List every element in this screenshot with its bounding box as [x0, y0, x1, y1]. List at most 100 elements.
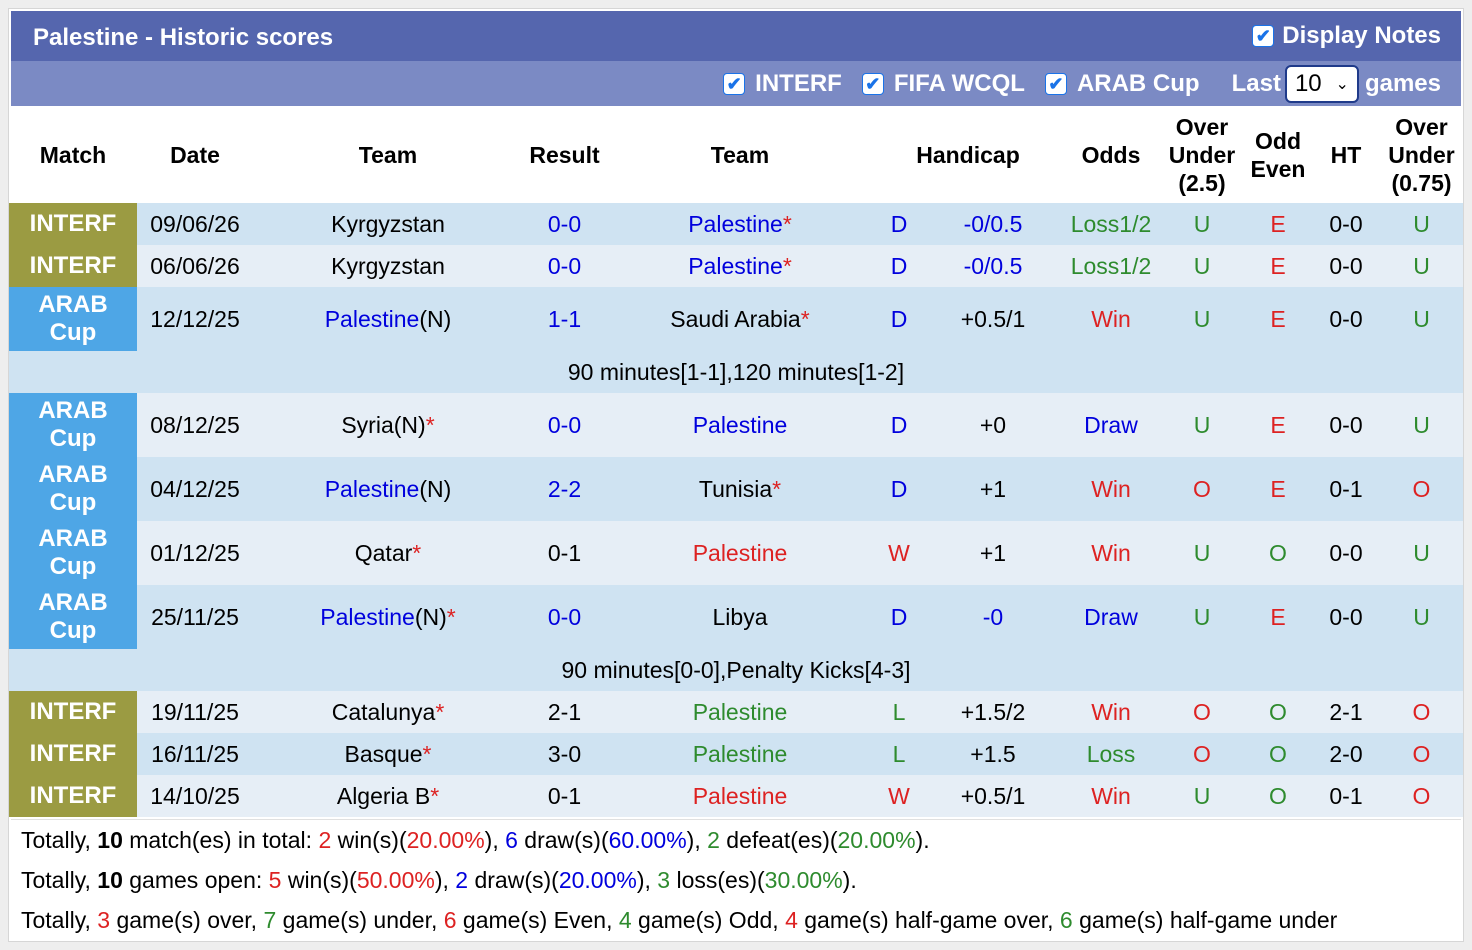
- filter-fifa-wcql-checkbox[interactable]: [861, 72, 884, 95]
- result-letter: D: [874, 245, 924, 287]
- favorite-star: *: [782, 210, 792, 237]
- col-over-under-ht: Over Under (0.75): [1380, 107, 1463, 203]
- col-odd-even: Odd Even: [1244, 107, 1312, 203]
- competition-badge: ARAB Cup: [9, 393, 137, 457]
- favorite-star: *: [782, 252, 792, 279]
- col-date: Date: [137, 107, 253, 203]
- odd-even-value: O: [1244, 733, 1312, 775]
- match-score[interactable]: 0-0: [523, 585, 606, 649]
- away-team[interactable]: Palestine: [606, 393, 874, 457]
- favorite-star: *: [412, 539, 422, 566]
- odd-even-value: E: [1244, 393, 1312, 457]
- col-handicap: Handicap: [874, 107, 1062, 203]
- match-score[interactable]: 0-1: [523, 775, 606, 817]
- away-team[interactable]: Palestine*: [606, 203, 874, 245]
- over-under-ht-value: O: [1380, 775, 1463, 817]
- over-under-ht-value: U: [1380, 521, 1463, 585]
- away-team[interactable]: Saudi Arabia*: [606, 287, 874, 351]
- chevron-down-icon: ⌄: [1335, 75, 1349, 93]
- over-under-value: U: [1160, 287, 1244, 351]
- home-team[interactable]: Algeria B*: [253, 775, 523, 817]
- handicap-value: +1: [924, 521, 1062, 585]
- match-date: 04/12/25: [137, 457, 253, 521]
- over-under-value: U: [1160, 585, 1244, 649]
- home-team[interactable]: Qatar*: [253, 521, 523, 585]
- odd-even-value: E: [1244, 245, 1312, 287]
- home-team[interactable]: Kyrgyzstan: [253, 203, 523, 245]
- competition-badge: INTERF: [9, 691, 137, 733]
- match-score[interactable]: 3-0: [523, 733, 606, 775]
- summary-over-under: Totally, 3 game(s) over, 7 game(s) under…: [21, 907, 1338, 933]
- over-under-value: U: [1160, 393, 1244, 457]
- filter-fifa-wcql-label: FIFA WCQL: [893, 69, 1025, 97]
- over-under-value: O: [1160, 457, 1244, 521]
- away-team[interactable]: Palestine*: [606, 245, 874, 287]
- odds-result: Win: [1062, 521, 1160, 585]
- match-score[interactable]: 0-0: [523, 245, 606, 287]
- home-team[interactable]: Syria(N)*: [253, 393, 523, 457]
- over-under-ht-value: U: [1380, 287, 1463, 351]
- result-letter: D: [874, 393, 924, 457]
- match-score[interactable]: 0-1: [523, 521, 606, 585]
- competition-badge: INTERF: [9, 245, 137, 287]
- home-team[interactable]: Palestine(N): [253, 457, 523, 521]
- col-odds: Odds: [1062, 107, 1160, 203]
- half-time-score: 2-1: [1312, 691, 1380, 733]
- match-date: 08/12/25: [137, 393, 253, 457]
- match-score[interactable]: 1-1: [523, 287, 606, 351]
- away-team[interactable]: Tunisia*: [606, 457, 874, 521]
- table-row: ARAB Cup 12/12/25 Palestine(N) 1-1 Saudi Arab…: [9, 287, 1463, 351]
- home-team[interactable]: Catalunya*: [253, 691, 523, 733]
- display-notes-checkbox[interactable]: [1252, 25, 1275, 47]
- over-under-ht-value: U: [1380, 203, 1463, 245]
- match-date: 19/11/25: [137, 691, 253, 733]
- historic-scores-panel: Palestine - Historic scores Display Note…: [8, 8, 1464, 942]
- table-row: INTERF 16/11/25 Basque* 3-0 Palestine L +1.5 Lo…: [9, 733, 1463, 775]
- handicap-value: +0.5/1: [924, 775, 1062, 817]
- match-score[interactable]: 0-0: [523, 393, 606, 457]
- filter-fifa-wcql[interactable]: FIFA WCQL: [861, 69, 1025, 98]
- filter-interf[interactable]: INTERF: [723, 70, 842, 98]
- odds-result: Win: [1062, 457, 1160, 521]
- match-score[interactable]: 0-0: [523, 203, 606, 245]
- handicap-value: +1.5: [924, 733, 1062, 775]
- match-score[interactable]: 2-2: [523, 457, 606, 521]
- away-team[interactable]: Palestine: [606, 521, 874, 585]
- odd-even-value: E: [1244, 203, 1312, 245]
- away-team[interactable]: Palestine: [606, 733, 874, 775]
- filter-arab-cup-checkbox[interactable]: [1044, 72, 1067, 95]
- odd-even-value: E: [1244, 457, 1312, 521]
- summary-handicap: Totally, 10 games open: 5 win(s)(50.00%)…: [21, 867, 857, 893]
- last-games-select[interactable]: 10 ⌄: [1284, 64, 1359, 103]
- filter-bar: INTERF FIFA WCQL ARAB Cup Last 10 ⌄ game…: [11, 61, 1461, 106]
- away-team[interactable]: Palestine: [606, 775, 874, 817]
- filter-interf-checkbox[interactable]: [723, 72, 746, 95]
- table-row: ARAB Cup 04/12/25 Palestine(N) 2-2 Tunisia* D +…: [9, 457, 1463, 521]
- match-date: 25/11/25: [137, 585, 253, 649]
- competition-badge: ARAB Cup: [9, 287, 137, 351]
- result-letter: D: [874, 203, 924, 245]
- handicap-value: -0/0.5: [924, 203, 1062, 245]
- competition-badge: INTERF: [9, 775, 137, 817]
- home-team[interactable]: Kyrgyzstan: [253, 245, 523, 287]
- away-team[interactable]: Libya: [606, 585, 874, 649]
- match-score[interactable]: 2-1: [523, 691, 606, 733]
- neutral-marker: (N): [414, 603, 447, 630]
- filter-arab-cup[interactable]: ARAB Cup: [1044, 69, 1200, 98]
- handicap-value: -0/0.5: [924, 245, 1062, 287]
- summary-results: Totally, 10 match(es) in total: 2 win(s)…: [21, 827, 930, 853]
- favorite-star: *: [422, 740, 432, 767]
- odd-even-value: O: [1244, 775, 1312, 817]
- home-team[interactable]: Palestine(N)*: [253, 585, 523, 649]
- over-under-ht-value: O: [1380, 457, 1463, 521]
- filter-arab-cup-label: ARAB Cup: [1076, 69, 1200, 97]
- games-label: games: [1364, 69, 1441, 97]
- over-under-ht-value: U: [1380, 585, 1463, 649]
- home-team[interactable]: Palestine(N): [253, 287, 523, 351]
- away-team[interactable]: Palestine: [606, 691, 874, 733]
- half-time-score: 0-0: [1312, 287, 1380, 351]
- competition-badge: INTERF: [9, 203, 137, 245]
- home-team[interactable]: Basque*: [253, 733, 523, 775]
- display-notes-toggle[interactable]: Display Notes: [1252, 22, 1441, 50]
- match-note-row: 90 minutes[1-1],120 minutes[1-2]: [9, 351, 1463, 393]
